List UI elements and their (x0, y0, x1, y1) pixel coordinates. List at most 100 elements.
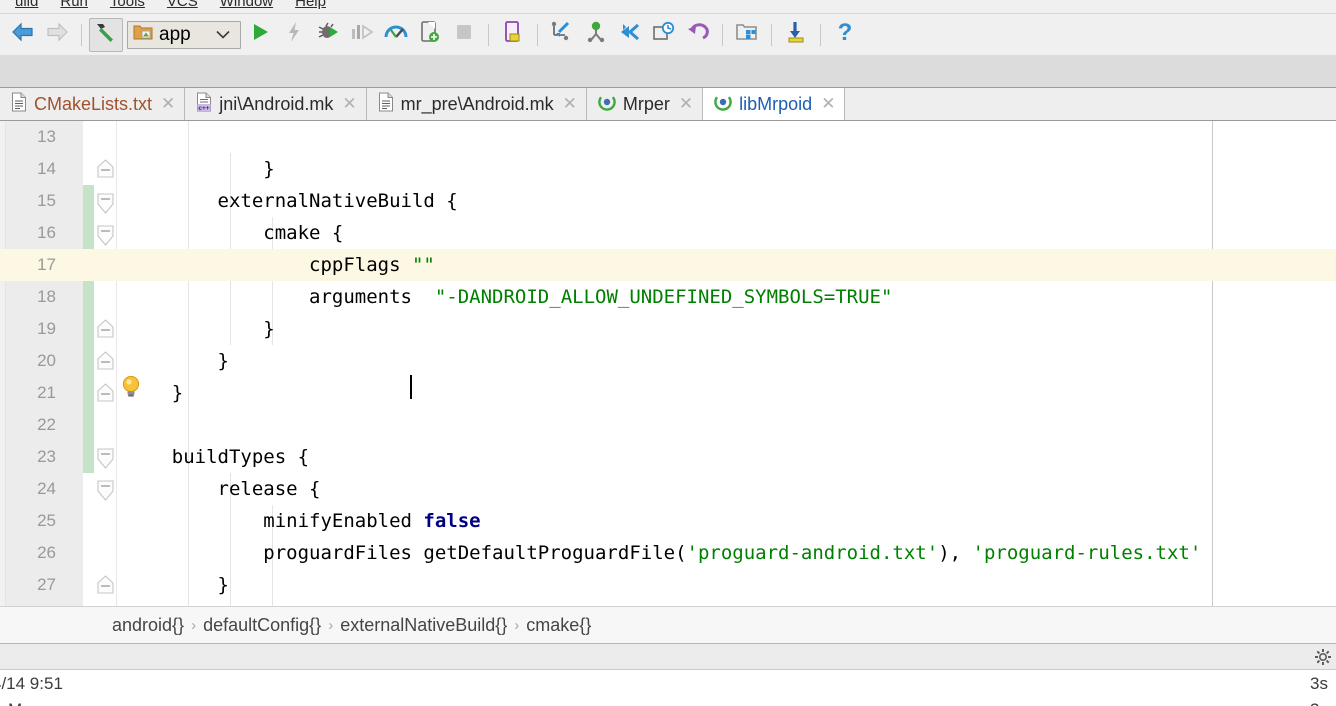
forward-button[interactable] (40, 18, 74, 52)
history-button[interactable] (647, 18, 681, 52)
close-icon[interactable]: ✕ (679, 95, 693, 112)
profile-button[interactable] (345, 18, 379, 52)
code-line-current[interactable]: 17 cppFlags "" (0, 249, 1336, 281)
line-content: } (126, 318, 275, 340)
run-button[interactable] (243, 18, 277, 52)
tab-bar-background (0, 55, 1336, 87)
vcs-history-icon (652, 21, 676, 48)
fold-marker-collapse[interactable] (96, 159, 115, 179)
line-number: 22 (37, 415, 56, 434)
gear-icon[interactable] (1314, 648, 1332, 666)
menu-item-help[interactable]: Help (284, 0, 337, 13)
back-button[interactable] (6, 18, 40, 52)
help-button[interactable]: ? (828, 18, 862, 52)
line-content: proguardFiles getDefaultProguardFile('pr… (126, 537, 1201, 569)
close-icon[interactable]: ✕ (563, 95, 577, 112)
revert-button[interactable] (681, 18, 715, 52)
chevron-down-icon[interactable] (216, 26, 230, 44)
breadcrumb-item-defaultconfig[interactable]: defaultConfig{} (203, 615, 321, 636)
fold-marker-collapse[interactable] (96, 224, 115, 246)
line-content: cmake { (126, 222, 344, 244)
breadcrumb-item-android[interactable]: android{} (112, 615, 184, 636)
attach-debugger-button[interactable] (413, 18, 447, 52)
tab-jni-android-mk[interactable]: c++ jni\Android.mk ✕ (185, 88, 367, 120)
build-output-row[interactable]: 4/14 9:51 3s (0, 672, 1336, 696)
build-timestamp: 4/14 9:51 (0, 674, 63, 693)
hammer-icon (94, 20, 118, 49)
close-icon[interactable]: ✕ (161, 95, 175, 112)
fold-marker-collapse[interactable] (96, 192, 115, 214)
build-output-row[interactable]: Mrper 3s (0, 698, 1336, 706)
line-content: } (126, 574, 229, 596)
code-line[interactable]: 13 (0, 121, 1336, 153)
code-line[interactable]: 27 } (0, 569, 1336, 601)
vcs-compare-icon (618, 21, 642, 48)
code-line[interactable]: 14 } (0, 153, 1336, 185)
close-icon[interactable]: ✕ (342, 95, 356, 112)
menu-item-run[interactable]: Run (49, 0, 99, 13)
line-content: cppFlags "" (126, 249, 435, 281)
make-project-button[interactable] (89, 17, 123, 52)
menu-item-window[interactable]: Window (209, 0, 284, 13)
sdk-manager-button[interactable] (730, 18, 764, 52)
fold-marker-collapse[interactable] (96, 447, 115, 469)
gradle-sync-icon (785, 20, 807, 49)
code-line[interactable]: 15 externalNativeBuild { (0, 185, 1336, 217)
code-line[interactable]: 22 (0, 409, 1336, 441)
tab-cmakelists-txt[interactable]: CMakeLists.txt ✕ (0, 88, 186, 120)
tab-bar-filler (845, 88, 1336, 120)
line-number: 26 (37, 543, 56, 562)
code-token-string: 'proguard-android.txt' (686, 542, 939, 564)
tab-mr-pre-android-mk[interactable]: mr_pre\Android.mk ✕ (366, 88, 587, 120)
fold-marker-collapse[interactable] (96, 351, 115, 371)
fold-marker-collapse[interactable] (96, 479, 115, 501)
cpp-file-icon: c++ (196, 92, 212, 117)
code-line[interactable]: 24 release { (0, 473, 1336, 505)
fold-marker-collapse[interactable] (96, 383, 115, 403)
run-configuration-selector[interactable]: app (127, 20, 241, 49)
lightbulb-icon[interactable] (120, 374, 142, 398)
code-line[interactable]: 16 cmake { (0, 217, 1336, 249)
code-editor[interactable]: 13 14 } 15 externalNativeBuild { 16 cmak… (0, 121, 1336, 606)
menu-item-vcs[interactable]: VCS (156, 0, 209, 13)
menu-item-build[interactable]: uild (4, 0, 49, 13)
toolbar-separator (81, 23, 82, 46)
tab-mrper[interactable]: Mrper ✕ (586, 88, 704, 120)
tab-label: Mrper (622, 93, 670, 114)
code-line[interactable]: 23 buildTypes { (0, 441, 1336, 473)
compare-button[interactable] (613, 18, 647, 52)
breadcrumb-item-externalnativebuild[interactable]: externalNativeBuild{} (340, 615, 507, 636)
code-line[interactable]: 21 } (0, 377, 1336, 409)
line-content: arguments "-DANDROID_ALLOW_UNDEFINED_SYM… (126, 281, 892, 313)
breadcrumb-item-cmake[interactable]: cmake{} (526, 615, 591, 636)
code-line[interactable]: 26 proguardFiles getDefaultProguardFile(… (0, 537, 1336, 569)
code-line[interactable]: 20 } (0, 345, 1336, 377)
avd-manager-button[interactable] (496, 18, 530, 52)
sync-gradle-button[interactable] (779, 18, 813, 52)
build-duration: 3s (1310, 674, 1328, 693)
line-number: 24 (37, 479, 56, 498)
menu-item-tools[interactable]: Tools (99, 0, 156, 13)
build-output-panel[interactable]: 4/14 9:51 3s Mrper 3s (0, 670, 1336, 706)
toolbar-separator (537, 23, 538, 46)
monitor-button[interactable] (379, 18, 413, 52)
commit-button[interactable] (579, 18, 613, 52)
text-caret (410, 375, 412, 399)
debug-button[interactable] (311, 18, 345, 52)
line-number: 20 (37, 351, 56, 370)
apply-changes-button[interactable] (277, 18, 311, 52)
profiler-bars-icon (350, 21, 374, 48)
stop-button[interactable] (447, 18, 481, 52)
fold-marker-collapse[interactable] (96, 319, 115, 339)
tab-libmrpoid[interactable]: libMrpoid ✕ (703, 88, 846, 120)
code-line[interactable]: 18 arguments "-DANDROID_ALLOW_UNDEFINED_… (0, 281, 1336, 313)
menu-bar: uild Run Tools VCS Window Help (0, 0, 1336, 13)
code-line[interactable]: 19 } (0, 313, 1336, 345)
code-token: cppFlags (126, 254, 412, 276)
update-project-button[interactable] (545, 18, 579, 52)
code-line[interactable]: 25 minifyEnabled false (0, 505, 1336, 537)
fold-marker-collapse[interactable] (96, 575, 115, 595)
close-icon[interactable]: ✕ (821, 95, 835, 112)
arrow-right-icon (45, 22, 69, 47)
line-number: 21 (37, 383, 56, 402)
